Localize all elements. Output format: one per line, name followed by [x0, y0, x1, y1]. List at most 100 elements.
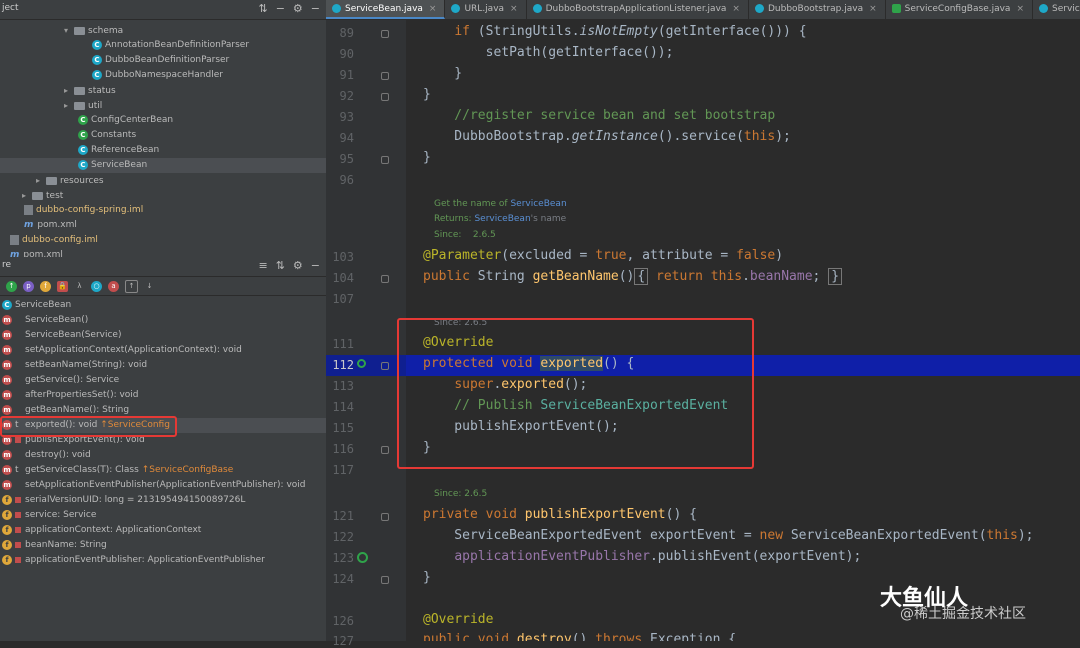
fold-icon[interactable] [381, 576, 389, 584]
lock-icon [15, 541, 21, 548]
tree-item-test[interactable]: ▸ test [0, 188, 326, 203]
minus-icon[interactable]: − [276, 2, 285, 15]
lock-icon [15, 556, 21, 563]
structure-member[interactable]: m setBeanName(String): void [0, 358, 326, 373]
tree-item-class[interactable]: C ConfigCenterBean [0, 113, 326, 128]
tree-item-class[interactable]: C Constants [0, 128, 326, 143]
folder-icon [32, 191, 43, 200]
fold-icon[interactable] [381, 513, 389, 521]
override-gutter-icon[interactable] [357, 359, 366, 368]
gear-icon[interactable]: ⚙ [293, 2, 303, 15]
line-number: 121 [332, 509, 354, 523]
structure-root[interactable]: C ServiceBean [0, 298, 326, 313]
fold-icon[interactable] [381, 93, 389, 101]
show-lambdas-icon[interactable]: λ [74, 281, 85, 292]
structure-member[interactable]: f applicationContext: ApplicationContext [0, 523, 326, 538]
fold-icon[interactable] [381, 446, 389, 454]
chevron-right-icon[interactable]: ▸ [36, 173, 46, 188]
show-abstract-icon[interactable]: a [108, 280, 119, 292]
autoscroll-from-source-icon[interactable]: ↓ [144, 281, 155, 292]
structure-member[interactable]: m t getServiceClass(T): Class ↑ServiceConf… [0, 463, 326, 478]
method-icon: m [2, 374, 12, 385]
show-properties-icon[interactable]: p [23, 280, 34, 292]
structure-panel-title[interactable]: re [2, 260, 11, 270]
structure-member[interactable]: f applicationEventPublisher: ApplicationE… [0, 553, 326, 568]
hide-icon[interactable]: − [311, 259, 320, 272]
show-non-public-icon[interactable]: 🔒 [57, 280, 68, 292]
tree-item-class[interactable]: C DubboNamespaceHandler [0, 68, 326, 83]
lock-icon [15, 526, 21, 533]
tree-item-servicebean[interactable]: C ServiceBean [0, 158, 326, 173]
code-line: private void publishExportEvent() { [423, 507, 697, 522]
gear-icon[interactable]: ⚙ [293, 259, 303, 272]
structure-member[interactable]: m afterPropertiesSet(): void [0, 388, 326, 403]
folder-icon [74, 86, 85, 95]
structure-member[interactable]: f serialVersionUID: long = 21319549415008… [0, 493, 326, 508]
tree-item-schema[interactable]: ▾ schema [0, 23, 326, 38]
chevron-right-icon[interactable]: ▸ [22, 188, 32, 203]
fold-icon[interactable] [381, 156, 389, 164]
close-icon[interactable]: × [510, 4, 518, 14]
line-number: 107 [332, 292, 354, 306]
structure-member[interactable]: m getService(): Service [0, 373, 326, 388]
chevron-right-icon[interactable]: ▸ [64, 83, 74, 98]
close-icon[interactable]: × [732, 4, 740, 14]
line-number: 117 [332, 463, 354, 477]
tree-item-iml[interactable]: dubbo-config-spring.iml [0, 203, 326, 218]
code-line: @Parameter(excluded = true, attribute = … [423, 248, 784, 263]
show-fields-icon[interactable]: f [40, 280, 51, 292]
close-icon[interactable]: × [1016, 4, 1024, 14]
method-icon: m [2, 329, 12, 340]
folder-icon [46, 176, 57, 185]
tree-item-iml[interactable]: dubbo-config.iml [0, 233, 326, 248]
tab-servicebean[interactable]: ServiceBean.java × [326, 0, 446, 19]
fold-icon[interactable] [381, 72, 389, 80]
field-icon: f [2, 524, 12, 535]
fold-icon[interactable] [381, 275, 389, 283]
class-icon [332, 4, 341, 13]
event-gutter-icon[interactable] [357, 552, 368, 563]
lock-icon [15, 496, 21, 503]
tree-item-pom[interactable]: m pom.xml [0, 218, 326, 233]
class-icon [532, 4, 542, 13]
autoscroll-to-source-icon[interactable]: ↑ [125, 279, 138, 293]
structure-member[interactable]: f beanName: String [0, 538, 326, 553]
tab-listener[interactable]: DubboBootstrapApplicationListener.java × [527, 0, 749, 19]
tab-bootstrap[interactable]: DubboBootstrap.java × [749, 0, 886, 19]
line-number: 115 [332, 421, 354, 435]
tree-item-util[interactable]: ▸ util [0, 98, 326, 113]
tree-item-class[interactable]: C AnnotationBeanDefinitionParser [0, 38, 326, 53]
tab-serviceconfigbase[interactable]: ServiceConfigBase.java × [886, 0, 1033, 19]
close-icon[interactable]: × [869, 4, 877, 14]
tab-serviceconfig[interactable]: ServiceConfig.java× [1033, 0, 1080, 19]
hide-icon[interactable]: − [311, 2, 320, 15]
structure-member[interactable]: f service: Service [0, 508, 326, 523]
structure-member[interactable]: m destroy(): void [0, 448, 326, 463]
structure-member[interactable]: m ServiceBean(Service) [0, 328, 326, 343]
structure-toolbar: ↑ p f 🔒 λ ○ a ↑ ↓ [0, 277, 326, 296]
tree-item-status[interactable]: ▸ status [0, 83, 326, 98]
structure-member[interactable]: m ServiceBean() [0, 313, 326, 328]
collapse-icon[interactable]: ⇅ [276, 259, 285, 272]
show-anonymous-icon[interactable]: ○ [91, 280, 102, 292]
fold-icon[interactable] [381, 362, 389, 370]
tree-item-class[interactable]: C ReferenceBean [0, 143, 326, 158]
collapse-icon[interactable]: ⇅ [258, 2, 267, 15]
structure-member[interactable]: m setApplicationContext(ApplicationContex… [0, 343, 326, 358]
lock-icon [15, 511, 21, 518]
fold-icon[interactable] [381, 30, 389, 38]
line-number: 94 [339, 131, 354, 145]
code-line: DubboBootstrap.getInstance().service(thi… [423, 129, 791, 144]
close-icon[interactable]: × [429, 4, 437, 14]
lock-icon [15, 436, 21, 443]
code-line: @Override [423, 612, 494, 627]
chevron-down-icon[interactable]: ▾ [64, 23, 74, 38]
tree-item-class[interactable]: C DubboBeanDefinitionParser [0, 53, 326, 68]
tab-url[interactable]: URL.java × [445, 0, 527, 19]
sort-icon[interactable]: ≡ [258, 259, 267, 272]
structure-member[interactable]: m setApplicationEventPublisher(Applicatio… [0, 478, 326, 493]
show-inherited-icon[interactable]: ↑ [6, 280, 17, 292]
tree-item-resources[interactable]: ▸ resources [0, 173, 326, 188]
chevron-right-icon[interactable]: ▸ [64, 98, 74, 113]
project-panel-title[interactable]: ject [2, 3, 19, 13]
